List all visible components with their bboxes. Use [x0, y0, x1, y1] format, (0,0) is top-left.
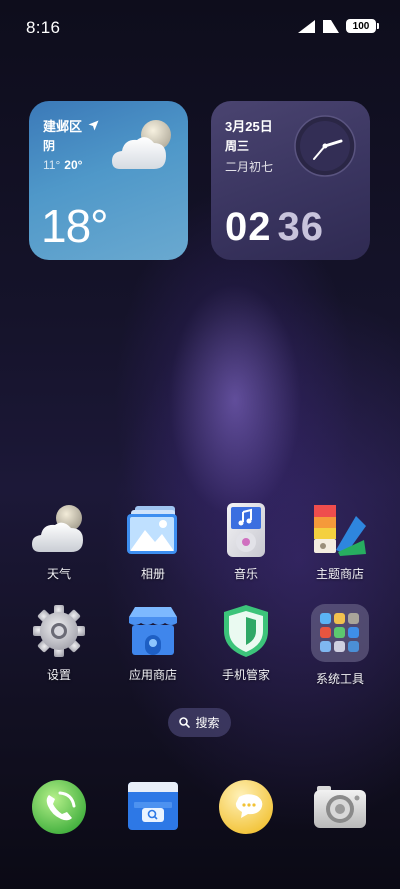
location-arrow-icon: [88, 120, 99, 131]
app-label: 设置: [46, 668, 71, 682]
settings-gear-icon: [33, 605, 85, 657]
clock-hour: 02: [225, 205, 272, 249]
weather-temp-range: 11° 20°: [43, 158, 82, 172]
clock-minute: 36: [277, 205, 324, 249]
clock-weekday: 周三: [225, 139, 250, 153]
app-store-icon: [129, 607, 177, 655]
cloudy-weather-icon: [112, 120, 171, 169]
battery-icon: 100: [346, 19, 379, 33]
app-weather[interactable]: 天气: [19, 502, 99, 582]
app-system-tools-folder[interactable]: 系统工具: [300, 603, 380, 687]
phone-manager-shield-icon: [224, 605, 268, 657]
app-label: 应用商店: [128, 668, 177, 682]
system-tools-folder-icon: [311, 604, 369, 662]
gallery-icon: [127, 506, 177, 554]
app-gallery[interactable]: 相册: [113, 502, 193, 582]
weather-current-temp: 18°: [41, 200, 109, 252]
cellular-signal-icon: [298, 19, 315, 33]
analog-clock-icon: [294, 115, 356, 177]
weather-location: 建邺区: [43, 116, 99, 135]
app-phone-manager[interactable]: 手机管家: [206, 603, 286, 683]
weather-location-name: 建邺区: [43, 119, 83, 134]
status-bar-time: 8:16: [26, 18, 61, 37]
browser-icon[interactable]: [124, 778, 182, 836]
clock-widget[interactable]: 3月25日 周三 二月初七 02 36: [211, 101, 370, 260]
messages-icon[interactable]: [217, 778, 275, 836]
weather-condition: 阴: [43, 139, 56, 153]
phone-icon[interactable]: [30, 778, 88, 836]
theme-store-icon: [314, 505, 366, 556]
search-label: 搜索: [195, 716, 220, 730]
app-label: 相册: [140, 567, 165, 581]
weather-icon: [32, 505, 83, 552]
weather-high: 20°: [64, 158, 83, 172]
app-label: 主题商店: [315, 567, 364, 581]
app-label: 手机管家: [221, 668, 270, 682]
wifi-signal-icon: [323, 19, 339, 33]
camera-icon[interactable]: [311, 778, 369, 836]
weather-low: 11°: [43, 158, 61, 172]
app-label: 音乐: [233, 567, 258, 581]
clock-lunar-date: 二月初七: [225, 160, 274, 174]
status-bar-icons: 100: [298, 19, 379, 33]
app-music[interactable]: 音乐: [206, 502, 286, 582]
weather-widget[interactable]: 建邺区 阴 11° 20° 18°: [29, 101, 188, 260]
app-theme-store[interactable]: 主题商店: [300, 502, 380, 582]
search-icon: [179, 717, 191, 728]
app-app-store[interactable]: 应用商店: [113, 603, 193, 683]
clock-date: 3月25日: [225, 119, 273, 134]
clock-digital-time: 02 36: [225, 205, 324, 250]
battery-level: 100: [352, 20, 370, 32]
app-label: 系统工具: [315, 672, 364, 686]
music-icon: [227, 503, 265, 557]
app-settings[interactable]: 设置: [19, 603, 99, 683]
search-button[interactable]: 搜索: [168, 708, 231, 737]
app-label: 天气: [46, 567, 71, 581]
